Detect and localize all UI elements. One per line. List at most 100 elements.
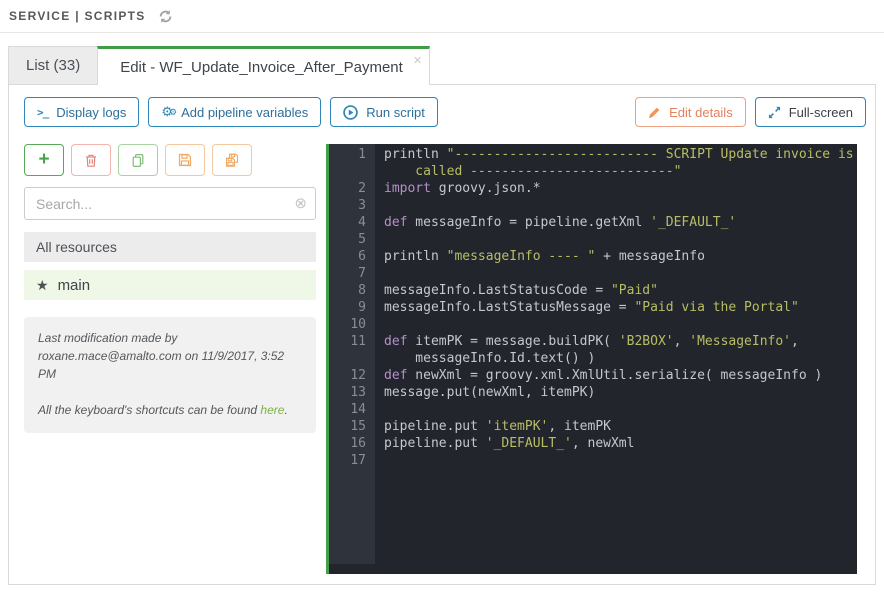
line-number: 7 — [358, 266, 366, 281]
code-line: pipeline.put '_DEFAULT_', newXml — [384, 436, 635, 451]
line-number: 15 — [350, 419, 366, 434]
add-pipeline-variables-label: Add pipeline variables — [181, 104, 309, 120]
code-row: 9 messageInfo.LastStatusMessage = "Paid v… — [329, 299, 857, 316]
add-resource-button[interactable]: + — [24, 144, 64, 176]
floppy-icon — [178, 153, 192, 167]
code-row: messageInfo.Id.text() ) — [329, 350, 857, 367]
last-modification-text: Last modification made by roxane.mace@am… — [38, 331, 285, 381]
refresh-icon[interactable] — [158, 9, 173, 24]
line-number: 17 — [350, 453, 366, 468]
tab-list-label: List (33) — [26, 57, 81, 74]
plus-icon: + — [38, 148, 50, 170]
toolbar-right-group: Edit details Full-screen — [635, 97, 866, 127]
save-resource-button[interactable] — [165, 144, 205, 176]
code-row: 5 — [329, 231, 857, 248]
display-logs-label: Display logs — [56, 104, 127, 120]
code-row: 11 def itemPK = message.buildPK( 'B2BOX',… — [329, 333, 857, 350]
tab-edit-label: Edit - WF_Update_Invoice_After_Payment — [120, 58, 403, 76]
breadcrumb-bar: SERVICE | SCRIPTS — [0, 0, 884, 33]
code-row: 17 — [329, 452, 857, 469]
code-row: 2 import groovy.json.* — [329, 180, 857, 197]
resource-item-main[interactable]: ★ main — [24, 270, 316, 300]
line-number: 12 — [350, 368, 366, 383]
code-line: import groovy.json.* — [384, 181, 541, 196]
line-number: 3 — [358, 198, 366, 213]
line-number: 1 — [358, 147, 366, 162]
code-row: 8 messageInfo.LastStatusCode = "Paid" — [329, 282, 857, 299]
full-screen-button[interactable]: Full-screen — [754, 97, 866, 127]
tab-list[interactable]: List (33) — [8, 46, 99, 84]
code-row: 1 println "-------------------------- SCR… — [329, 146, 857, 163]
copy-icon — [132, 153, 144, 167]
resource-actions: + — [24, 144, 316, 176]
line-number: 4 — [358, 215, 366, 230]
code-line: def itemPK = message.buildPK( 'B2BOX', '… — [384, 334, 799, 349]
shortcuts-prefix: All the keyboard's shortcuts can be foun… — [38, 403, 261, 417]
code-line: called --------------------------" — [384, 164, 682, 179]
code-row: 10 — [329, 316, 857, 333]
code-line: println "messageInfo ---- " + messageInf… — [384, 249, 705, 264]
full-screen-label: Full-screen — [788, 104, 853, 120]
line-number: 14 — [350, 402, 366, 417]
line-number: 10 — [350, 317, 366, 332]
code-line: messageInfo.Id.text() ) — [384, 351, 596, 366]
trash-icon — [86, 154, 96, 167]
gears-icon: ⚙ ⚙ — [161, 104, 177, 119]
duplicate-resource-button[interactable] — [118, 144, 158, 176]
add-pipeline-variables-button[interactable]: ⚙ ⚙ Add pipeline variables — [148, 97, 322, 127]
resource-item-label: main — [57, 276, 91, 294]
display-logs-button[interactable]: >_ Display logs — [24, 97, 140, 127]
line-number: 9 — [358, 300, 366, 315]
edit-details-label: Edit details — [669, 104, 733, 120]
shortcuts-suffix: . — [284, 403, 288, 417]
line-number — [329, 350, 375, 367]
play-circle-icon — [343, 104, 359, 120]
run-script-label: Run script — [366, 104, 425, 120]
resources-sidebar: + Search... ⊗ All resources ★ main Last … — [24, 144, 316, 574]
line-number: 13 — [350, 385, 366, 400]
content-row: + Search... ⊗ All resources ★ main Last … — [24, 144, 866, 574]
line-number: 8 — [358, 283, 366, 298]
code-line: message.put(newXml, itemPK) — [384, 385, 596, 400]
line-number: 2 — [358, 181, 366, 196]
terminal-icon: >_ — [37, 105, 49, 119]
run-script-button[interactable]: Run script — [330, 97, 438, 127]
code-content: 1 println "-------------------------- SCR… — [329, 144, 857, 469]
code-row: 7 — [329, 265, 857, 282]
tab-edit-script[interactable]: Edit - WF_Update_Invoice_After_Payment × — [97, 46, 430, 85]
script-edit-panel: >_ Display logs ⚙ ⚙ Add pipeline variable… — [8, 84, 876, 585]
expand-arrows-icon — [768, 106, 781, 119]
code-line: messageInfo.LastStatusMessage = "Paid vi… — [384, 300, 799, 315]
line-number: 11 — [350, 334, 366, 349]
edit-details-button[interactable]: Edit details — [635, 97, 746, 127]
line-number: 16 — [350, 436, 366, 451]
code-line: pipeline.put 'itemPK', itemPK — [384, 419, 611, 434]
code-row: 15 pipeline.put 'itemPK', itemPK — [329, 418, 857, 435]
search-input[interactable] — [24, 187, 316, 220]
pencil-icon — [648, 106, 661, 119]
code-line: println "-------------------------- SCRI… — [384, 147, 854, 162]
code-row: 4 def messageInfo = pipeline.getXml '_DEF… — [329, 214, 857, 231]
close-icon[interactable]: × — [413, 53, 422, 68]
code-row: 16 pipeline.put '_DEFAULT_', newXml — [329, 435, 857, 452]
save-all-button[interactable] — [212, 144, 252, 176]
shortcuts-link[interactable]: here — [260, 403, 284, 417]
code-row: 6 println "messageInfo ---- " + messageIn… — [329, 248, 857, 265]
code-row: 3 — [329, 197, 857, 214]
clear-search-icon[interactable]: ⊗ — [294, 194, 307, 212]
code-line: def newXml = groovy.xml.XmlUtil.serializ… — [384, 368, 823, 383]
code-row: 14 — [329, 401, 857, 418]
delete-resource-button[interactable] — [71, 144, 111, 176]
code-editor[interactable]: 1 println "-------------------------- SCR… — [326, 144, 857, 574]
line-number: 5 — [358, 232, 366, 247]
toolbar: >_ Display logs ⚙ ⚙ Add pipeline variable… — [24, 97, 866, 127]
search-box: ⊗ — [24, 187, 316, 220]
resource-list-header: All resources — [24, 232, 316, 262]
code-row: 13 message.put(newXml, itemPK) — [329, 384, 857, 401]
code-line: def messageInfo = pipeline.getXml '_DEFA… — [384, 215, 737, 230]
code-row: 12 def newXml = groovy.xml.XmlUtil.serial… — [329, 367, 857, 384]
